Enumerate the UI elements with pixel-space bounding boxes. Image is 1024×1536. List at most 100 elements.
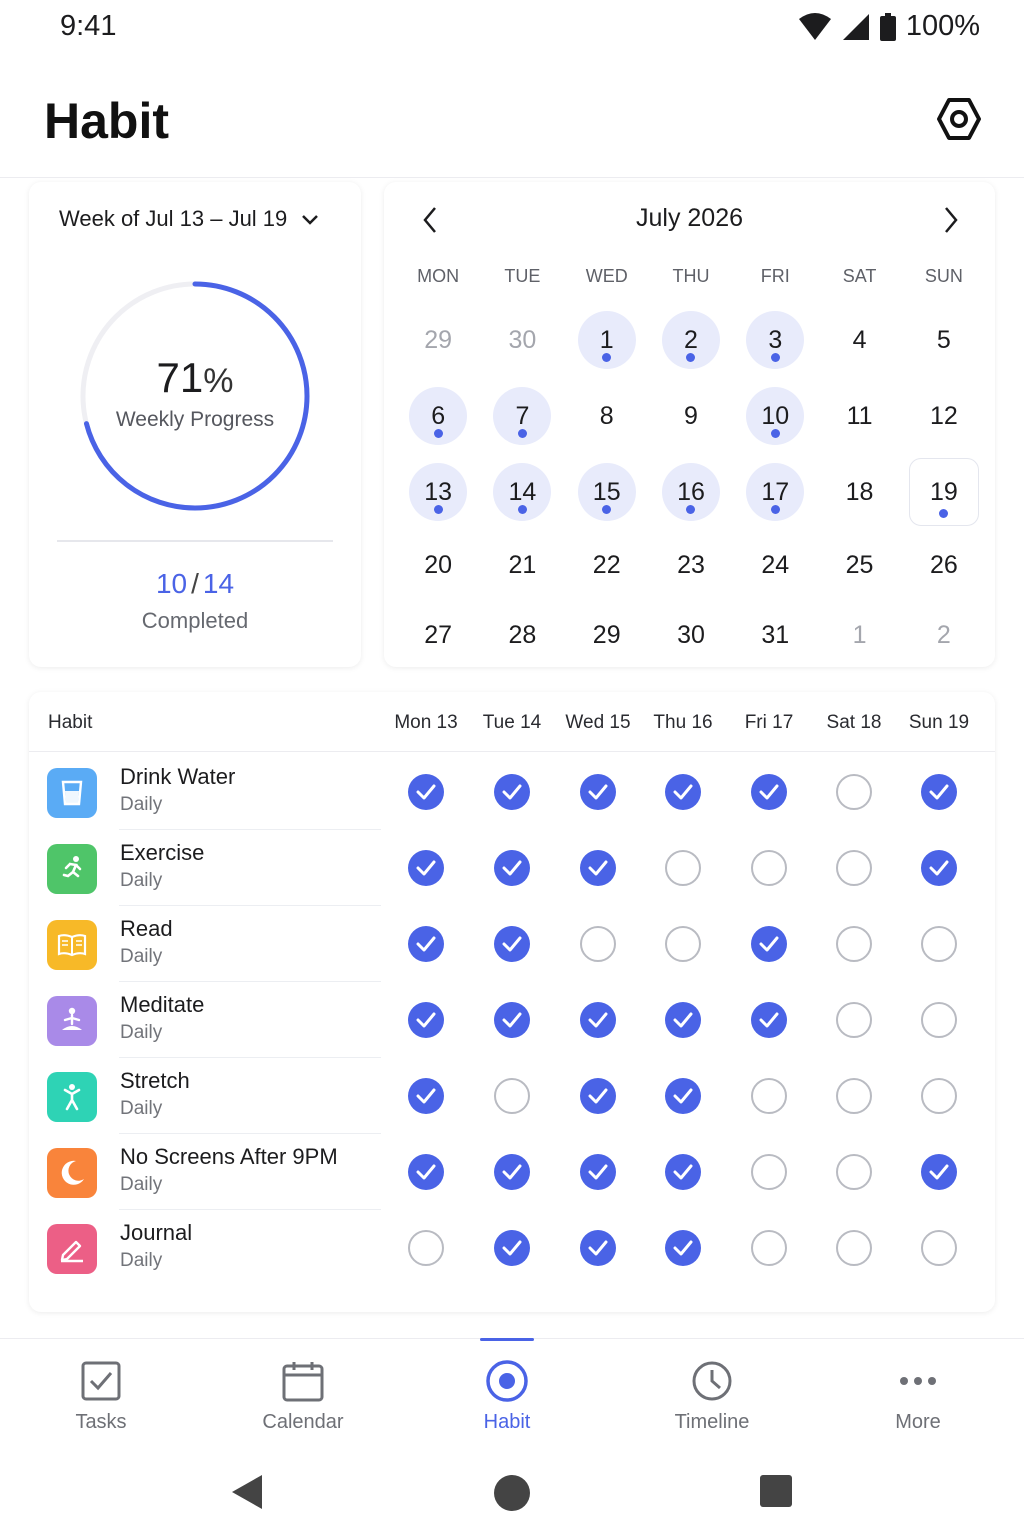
calendar-day[interactable]: 31 — [746, 606, 804, 664]
check-done[interactable] — [408, 1002, 444, 1038]
calendar-day[interactable]: 25 — [831, 536, 889, 594]
check-done[interactable] — [494, 774, 530, 810]
check-empty[interactable] — [751, 1078, 787, 1114]
calendar-day[interactable]: 27 — [409, 606, 467, 664]
check-empty[interactable] — [494, 1078, 530, 1114]
check-empty[interactable] — [836, 1078, 872, 1114]
check-done[interactable] — [408, 850, 444, 886]
habit-name[interactable]: No Screens After 9PM — [120, 1144, 338, 1170]
nav-item-timeline[interactable]: Timeline — [637, 1339, 787, 1451]
check-done[interactable] — [665, 774, 701, 810]
calendar-day[interactable]: 13 — [409, 463, 468, 521]
calendar-day[interactable]: 15 — [577, 463, 636, 521]
check-empty[interactable] — [665, 926, 701, 962]
check-done[interactable] — [580, 1078, 616, 1114]
calendar-day[interactable]: 26 — [915, 536, 973, 594]
calendar-day[interactable]: 3 — [746, 311, 805, 369]
calendar-day[interactable]: 6 — [409, 387, 468, 445]
check-done[interactable] — [921, 1154, 957, 1190]
calendar-day[interactable]: 5 — [915, 311, 973, 369]
calendar-day[interactable]: 8 — [578, 387, 636, 445]
calendar-day[interactable]: 14 — [493, 463, 552, 521]
calendar-day[interactable]: 30 — [493, 311, 551, 369]
calendar-day[interactable]: 23 — [662, 536, 720, 594]
habit-name[interactable]: Read — [120, 916, 173, 942]
calendar-day[interactable]: 20 — [409, 536, 467, 594]
calendar-day[interactable]: 29 — [578, 606, 636, 664]
check-done[interactable] — [665, 1002, 701, 1038]
calendar-day[interactable]: 16 — [661, 463, 720, 521]
check-done[interactable] — [580, 1154, 616, 1190]
week-selector[interactable]: Week of Jul 13 – Jul 19 — [59, 206, 319, 232]
check-done[interactable] — [494, 850, 530, 886]
check-done[interactable] — [408, 1078, 444, 1114]
nav-item-calendar[interactable]: Calendar — [228, 1339, 378, 1451]
habit-name[interactable]: Exercise — [120, 840, 204, 866]
check-done[interactable] — [751, 926, 787, 962]
check-empty[interactable] — [751, 850, 787, 886]
calendar-day[interactable]: 2 — [661, 311, 720, 369]
calendar-day[interactable]: 21 — [493, 536, 551, 594]
calendar-day[interactable]: 18 — [831, 463, 889, 521]
nav-item-tasks[interactable]: Tasks — [26, 1339, 176, 1451]
calendar-day[interactable]: 30 — [662, 606, 720, 664]
check-done[interactable] — [751, 774, 787, 810]
check-empty[interactable] — [836, 1230, 872, 1266]
calendar-day[interactable]: 17 — [746, 463, 805, 521]
check-empty[interactable] — [836, 1002, 872, 1038]
calendar-day[interactable]: 2 — [915, 606, 973, 664]
calendar-day[interactable]: 22 — [578, 536, 636, 594]
check-done[interactable] — [580, 850, 616, 886]
check-done[interactable] — [494, 1230, 530, 1266]
calendar-day-today[interactable]: 19 — [908, 458, 979, 526]
check-empty[interactable] — [751, 1230, 787, 1266]
check-empty[interactable] — [408, 1230, 444, 1266]
check-done[interactable] — [408, 774, 444, 810]
check-done[interactable] — [408, 926, 444, 962]
settings-button[interactable] — [934, 96, 984, 146]
check-empty[interactable] — [836, 774, 872, 810]
calendar-day[interactable]: 28 — [493, 606, 551, 664]
check-empty[interactable] — [836, 1154, 872, 1190]
calendar-day[interactable]: 29 — [409, 311, 467, 369]
calendar-day[interactable]: 11 — [831, 387, 889, 445]
calendar-day[interactable]: 1 — [831, 606, 889, 664]
nav-item-habit[interactable]: Habit — [432, 1339, 582, 1451]
check-done[interactable] — [580, 1230, 616, 1266]
check-empty[interactable] — [751, 1154, 787, 1190]
check-done[interactable] — [580, 774, 616, 810]
calendar-day[interactable]: 9 — [662, 387, 720, 445]
check-done[interactable] — [921, 774, 957, 810]
check-done[interactable] — [580, 1002, 616, 1038]
check-done[interactable] — [751, 1002, 787, 1038]
home-button[interactable] — [493, 1474, 531, 1517]
check-empty[interactable] — [921, 926, 957, 962]
calendar-day[interactable]: 4 — [831, 311, 889, 369]
habit-name[interactable]: Drink Water — [120, 764, 235, 790]
check-done[interactable] — [408, 1154, 444, 1190]
check-empty[interactable] — [921, 1230, 957, 1266]
check-done[interactable] — [494, 1154, 530, 1190]
habit-name[interactable]: Meditate — [120, 992, 204, 1018]
check-empty[interactable] — [665, 850, 701, 886]
calendar-day[interactable]: 10 — [746, 387, 805, 445]
calendar-day[interactable]: 24 — [746, 536, 804, 594]
check-empty[interactable] — [836, 850, 872, 886]
calendar-day[interactable]: 7 — [493, 387, 552, 445]
check-done[interactable] — [921, 850, 957, 886]
check-empty[interactable] — [836, 926, 872, 962]
back-button[interactable] — [230, 1474, 264, 1515]
nav-item-more[interactable]: More — [843, 1339, 993, 1451]
check-done[interactable] — [665, 1078, 701, 1114]
next-month-button[interactable] — [931, 202, 971, 242]
calendar-day[interactable]: 1 — [577, 311, 636, 369]
calendar-day[interactable]: 12 — [915, 387, 973, 445]
habit-name[interactable]: Journal — [120, 1220, 192, 1246]
check-done[interactable] — [494, 926, 530, 962]
check-empty[interactable] — [580, 926, 616, 962]
check-done[interactable] — [665, 1154, 701, 1190]
check-empty[interactable] — [921, 1078, 957, 1114]
recents-button[interactable] — [760, 1474, 792, 1513]
check-done[interactable] — [494, 1002, 530, 1038]
habit-name[interactable]: Stretch — [120, 1068, 190, 1094]
